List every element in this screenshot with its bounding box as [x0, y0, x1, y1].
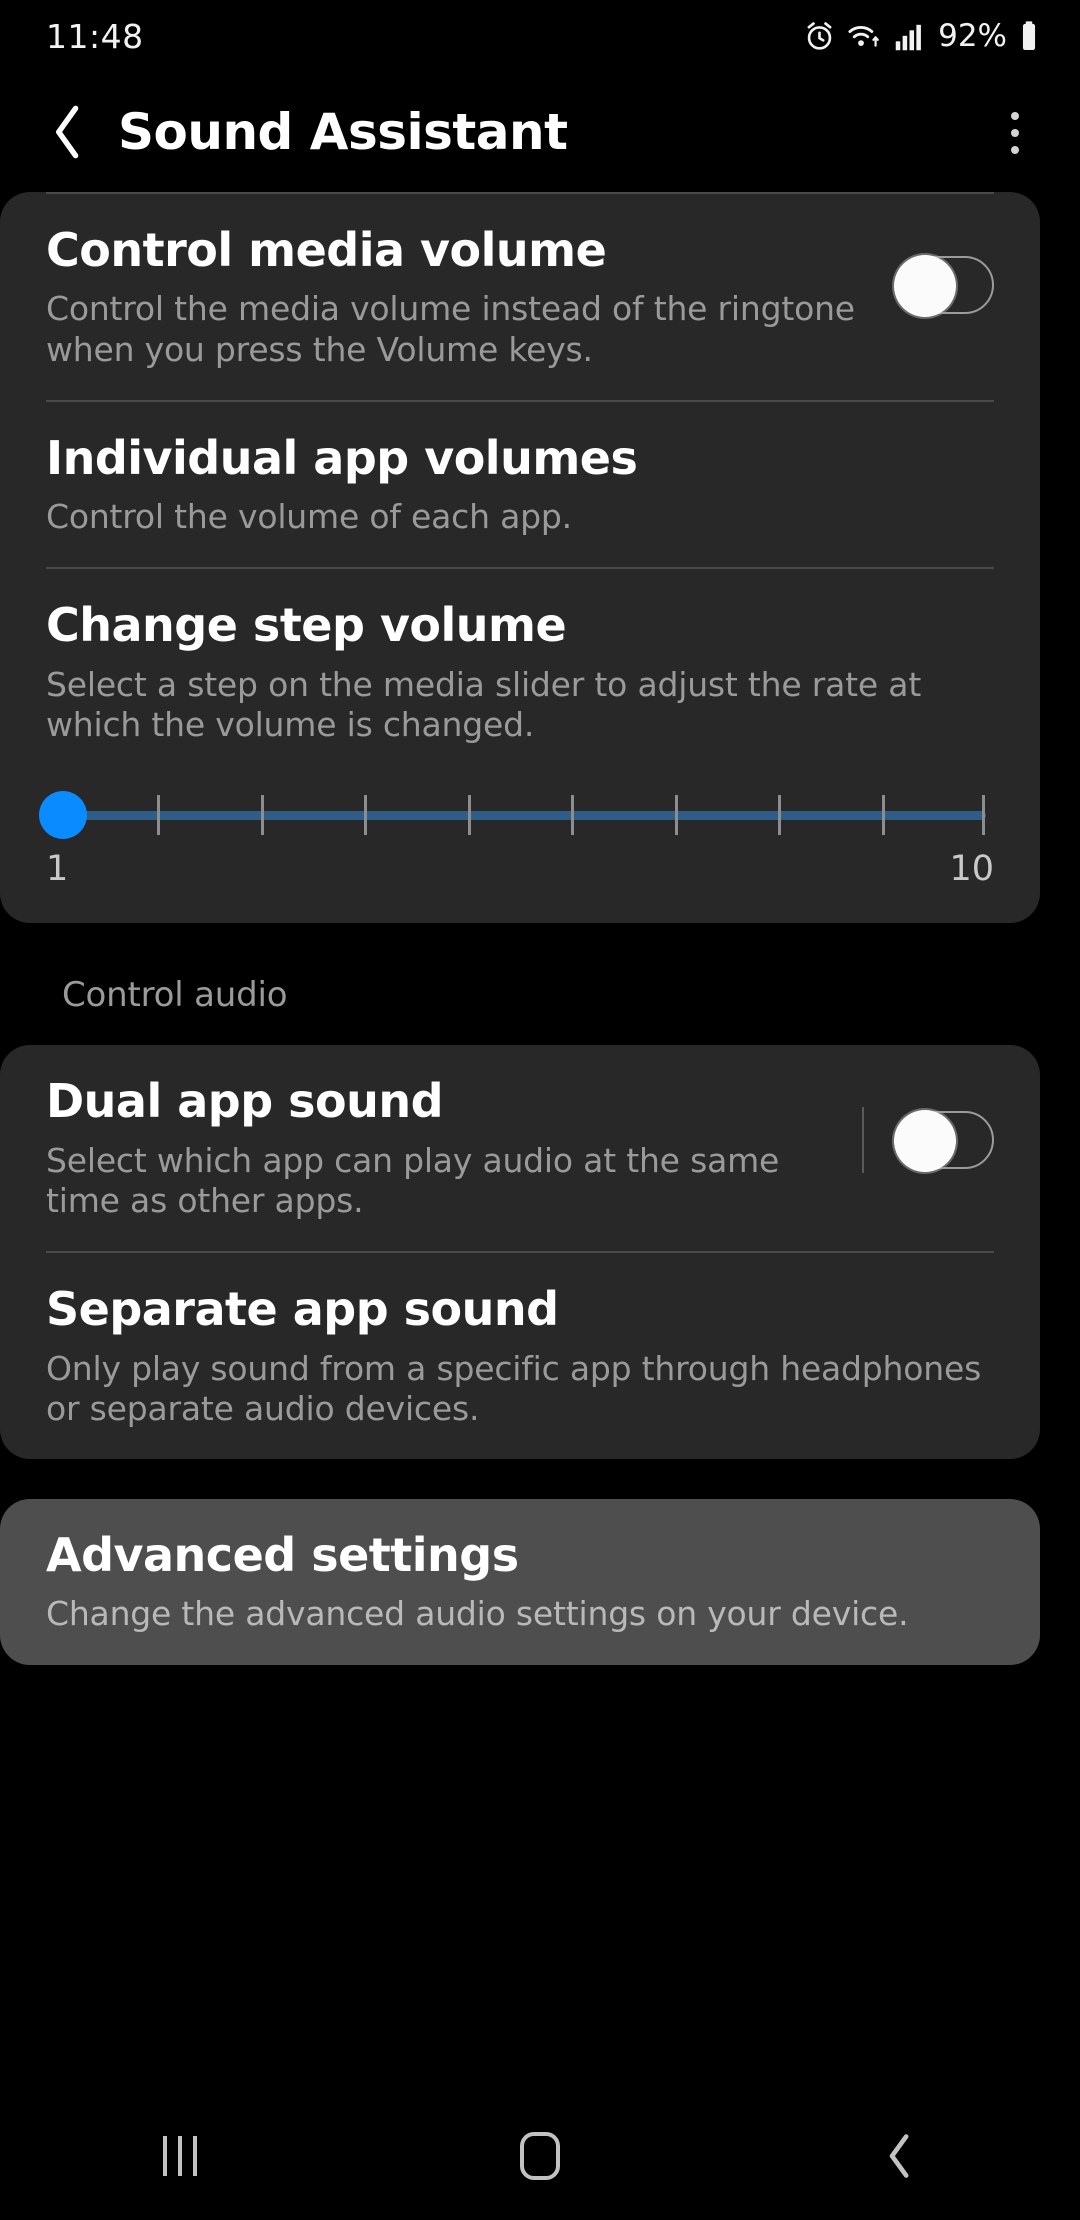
setting-description: Control the media volume instead of the …	[46, 289, 855, 369]
slider-tick	[364, 795, 368, 836]
row-text-group: Dual app sound Select which app can play…	[46, 1074, 844, 1221]
slider-min-label: 1	[46, 849, 69, 890]
setting-title: Advanced settings	[46, 1528, 519, 1583]
setting-description: Select which app can play audio at the s…	[46, 1140, 780, 1220]
setting-title: Dual app sound	[46, 1074, 444, 1129]
battery-icon	[1022, 20, 1036, 50]
nav-recents-button[interactable]	[100, 2092, 260, 2220]
slider-max-label: 10	[949, 849, 994, 890]
settings-scroll-container[interactable]: Control media volume Control the media v…	[0, 192, 1080, 2092]
slider-tick	[571, 795, 575, 836]
system-navigation-bar	[0, 2092, 1080, 2220]
toggle-group	[894, 255, 994, 317]
slider-track	[54, 811, 986, 821]
setting-row-control-media-volume[interactable]: Control media volume Control the media v…	[0, 194, 1040, 400]
nav-back-button[interactable]	[820, 2092, 980, 2220]
chevron-left-icon	[56, 105, 79, 159]
setting-row-individual-app-volumes[interactable]: Individual app volumes Control the volum…	[0, 402, 1040, 568]
setting-description: Select a step on the media slider to adj…	[46, 664, 922, 745]
row-text-group: Individual app volumes Control the volum…	[46, 430, 994, 538]
status-bar: 11:48 92%	[0, 0, 1080, 72]
slider-thumb[interactable]	[39, 791, 88, 840]
battery-percent-label: 92%	[938, 18, 1007, 54]
back-chevron-icon	[889, 2134, 909, 2178]
overflow-dot	[1011, 129, 1019, 137]
toggle-knob	[894, 255, 956, 317]
card-gap	[0, 1459, 1080, 1499]
page-title: Sound Assistant	[118, 103, 568, 161]
row-text-group: Control media volume Control the media v…	[46, 223, 878, 370]
advanced-settings-card[interactable]: Advanced settings Change the advanced au…	[0, 1499, 1040, 1665]
setting-title: Change step volume	[46, 598, 567, 653]
setting-row-advanced-settings[interactable]: Advanced settings Change the advanced au…	[0, 1499, 1040, 1665]
slider-tick	[674, 795, 678, 836]
home-icon	[520, 2132, 560, 2180]
toggle-group	[862, 1107, 994, 1174]
slider-tick	[982, 795, 986, 836]
setting-description: Change the advanced audio settings on yo…	[46, 1594, 909, 1634]
setting-description: Control the volume of each app.	[46, 497, 572, 537]
row-text-group: Change step volume Select a step on the …	[46, 599, 994, 745]
row-text-group: Separate app sound Only play sound from …	[46, 1282, 994, 1429]
wifi-icon	[848, 25, 879, 47]
toggle-dual-app-sound[interactable]	[894, 1110, 994, 1173]
control-audio-card: Dual app sound Select which app can play…	[0, 1045, 1040, 1460]
status-bar-clock: 11:48	[46, 16, 144, 56]
back-button[interactable]	[22, 86, 114, 178]
status-bar-icons: 92%	[803, 18, 1040, 54]
setting-title: Individual app volumes	[46, 430, 638, 485]
overflow-menu-button[interactable]	[980, 98, 1050, 168]
signal-icon	[895, 24, 922, 50]
setting-title: Separate app sound	[46, 1282, 559, 1337]
setting-row-change-step-volume[interactable]: Change step volume Select a step on the …	[0, 569, 1040, 775]
nav-home-button[interactable]	[460, 2092, 620, 2220]
slider-tick	[467, 795, 471, 836]
setting-description: Only play sound from a specific app thro…	[46, 1348, 982, 1428]
slider-label-row: 1 10	[46, 849, 994, 889]
overflow-dot	[1011, 146, 1019, 154]
slider-tick	[881, 795, 885, 836]
slider-tick	[260, 795, 264, 836]
step-volume-slider-block: 1 10	[0, 775, 1040, 923]
row-text-group: Advanced settings Change the advanced au…	[46, 1528, 994, 1635]
section-header-control-audio: Control audio	[62, 975, 288, 1016]
setting-title: Control media volume	[46, 223, 607, 277]
step-volume-slider[interactable]	[39, 781, 986, 847]
setting-row-separate-app-sound[interactable]: Separate app sound Only play sound from …	[0, 1253, 1040, 1459]
toggle-knob	[894, 1110, 956, 1173]
app-bar: Sound Assistant	[0, 72, 1080, 192]
recents-icon	[163, 2136, 197, 2176]
slider-tick	[778, 795, 782, 836]
toggle-control-media-volume[interactable]	[894, 255, 994, 317]
toggle-separator	[862, 1107, 864, 1174]
alarm-icon	[807, 21, 832, 50]
slider-tick	[157, 795, 161, 836]
overflow-dot	[1011, 112, 1019, 120]
setting-row-dual-app-sound[interactable]: Dual app sound Select which app can play…	[0, 1045, 1040, 1251]
volume-settings-card: Control media volume Control the media v…	[0, 192, 1040, 924]
